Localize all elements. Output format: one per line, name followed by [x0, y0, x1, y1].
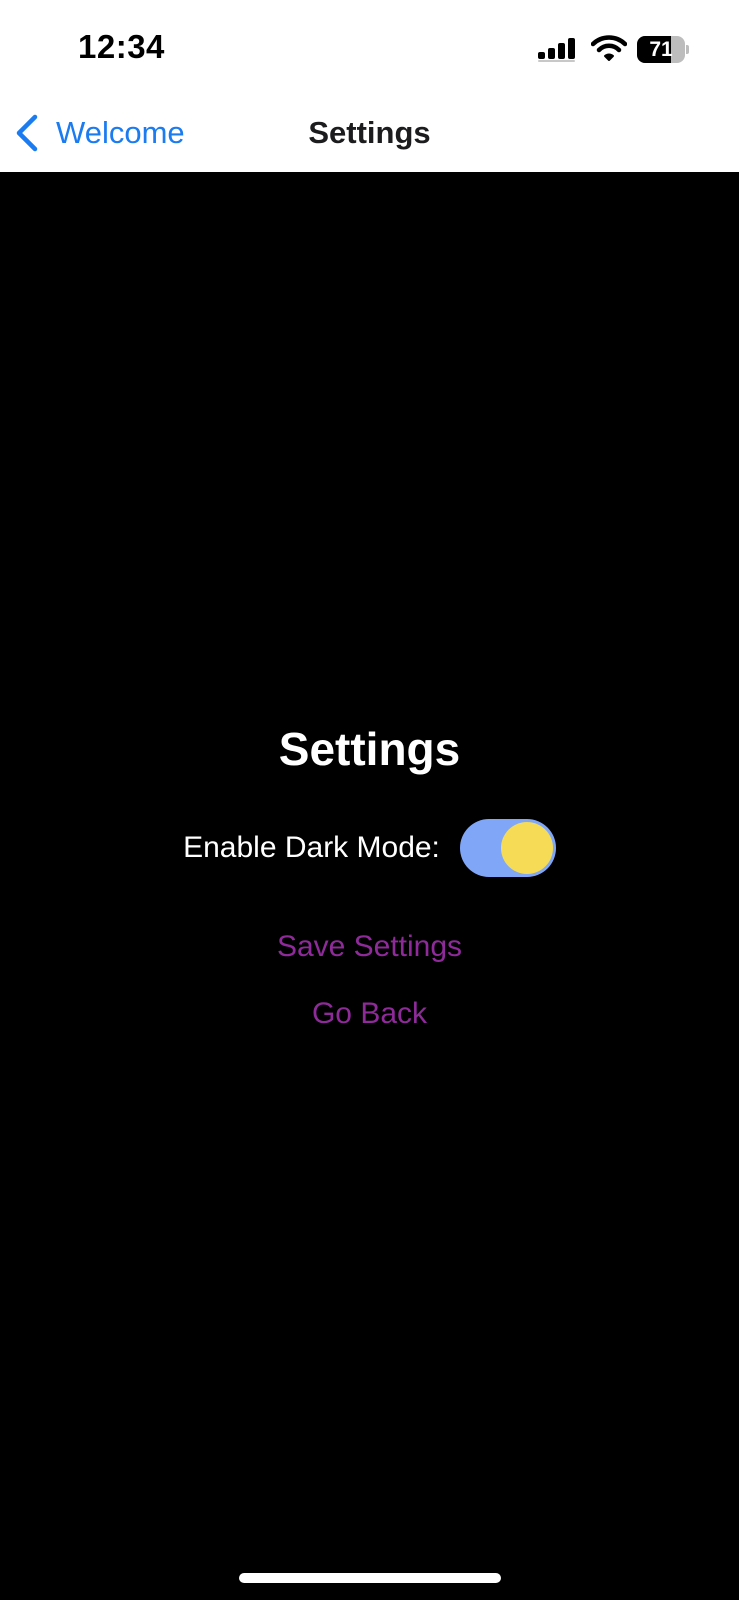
- page-heading: Settings: [278, 723, 461, 775]
- back-button[interactable]: Welcome: [14, 110, 185, 156]
- back-button-label: Welcome: [56, 115, 185, 150]
- battery-cap: [686, 45, 689, 54]
- battery-body: 71: [637, 36, 685, 63]
- dark-mode-row: Enable Dark Mode:: [0, 818, 739, 878]
- dark-mode-toggle[interactable]: [459, 819, 556, 877]
- save-settings-button[interactable]: Save Settings: [0, 930, 739, 964]
- dark-mode-label: Enable Dark Mode:: [183, 831, 440, 864]
- chevron-left-icon: [16, 114, 38, 152]
- status-time: 12:34: [78, 28, 165, 65]
- signal-icon: [538, 38, 575, 62]
- home-indicator[interactable]: [239, 1573, 501, 1583]
- wifi-icon: [591, 35, 627, 61]
- toggle-knob: [500, 822, 553, 874]
- battery-level: 71: [649, 38, 673, 61]
- battery-icon: 71: [637, 36, 689, 63]
- status-bar: 12:34 71: [0, 0, 739, 96]
- navigation-bar: Welcome Settings: [0, 96, 739, 172]
- settings-screen: 12:34 71 Welcome Settings Settings Enabl…: [0, 0, 739, 1600]
- go-back-button[interactable]: Go Back: [0, 997, 739, 1031]
